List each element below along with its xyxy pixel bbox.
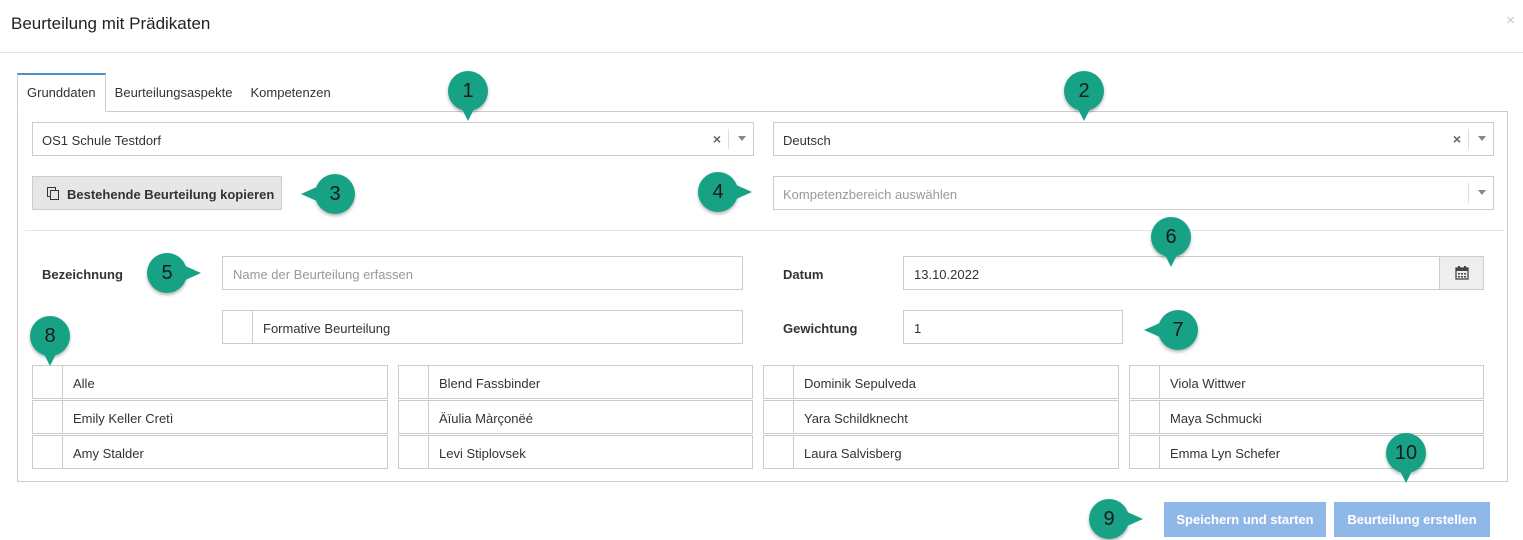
formative-checkbox[interactable]: Formative Beurteilung [222,310,743,344]
checkbox[interactable] [764,401,794,433]
annotation-marker-2: 2 [1064,71,1104,121]
close-icon[interactable]: × [1506,12,1515,29]
formative-label: Formative Beurteilung [263,321,391,336]
tab-grunddaten[interactable]: Grunddaten [17,73,106,112]
subject-select-value: Deutsch [783,133,831,148]
student-checkbox[interactable]: Maya Schmucki [1129,400,1484,434]
clear-icon[interactable]: × [713,131,721,147]
student-checkbox[interactable]: Emma Lyn Schefer [1129,435,1484,469]
annotation-marker-1: 1 [448,71,488,121]
marker-number: 3 [329,183,341,205]
calendar-icon [1455,266,1469,280]
student-checkbox[interactable]: Blend Fassbinder [398,365,753,399]
student-name: Yara Schildknecht [804,411,908,426]
subject-select[interactable]: Deutsch × [773,122,1494,156]
annotation-marker-4: 4 [698,172,752,212]
create-assessment-button[interactable]: Beurteilung erstellen [1334,502,1490,537]
marker-number: 7 [1172,319,1184,341]
competence-select-placeholder: Kompetenzbereich auswählen [783,187,958,202]
copy-assessment-button[interactable]: Bestehende Beurteilung kopieren [32,176,282,210]
annotation-marker-8: 8 [30,316,70,366]
student-checkbox[interactable]: Dominik Sepulveda [763,365,1119,399]
marker-number: 1 [462,80,474,102]
checkbox[interactable] [399,401,429,433]
annotation-marker-3: 3 [301,174,355,214]
student-name: Levi Stiplovsek [439,446,526,461]
chevron-down-icon [1478,136,1486,141]
marker-number: 6 [1165,226,1177,248]
tab-kompetenzen[interactable]: Kompetenzen [241,73,339,112]
annotation-marker-6: 6 [1151,217,1191,267]
student-name: Äïulia Màrçonëé [439,411,533,426]
student-name: Maya Schmucki [1170,411,1262,426]
student-checkbox[interactable]: Yara Schildknecht [763,400,1119,434]
datum-value: 13.10.2022 [914,267,980,282]
checkbox[interactable] [33,401,63,433]
clear-icon[interactable]: × [1453,131,1461,147]
checkbox[interactable] [1130,401,1160,433]
datum-label: Datum [783,267,824,282]
student-checkbox[interactable]: Viola Wittwer [1129,365,1484,399]
section-divider [25,230,1504,231]
bezeichnung-placeholder: Name der Beurteilung erfassen [233,267,413,282]
dropdown-toggle[interactable] [728,129,753,149]
gewichtung-value: 1 [914,321,922,336]
annotation-marker-10: 10 [1386,433,1426,483]
annotation-marker-5: 5 [147,253,201,293]
student-checkbox[interactable]: Emily Keller Cretì [32,400,388,434]
dropdown-toggle[interactable] [1468,183,1493,203]
checkbox[interactable] [223,311,253,343]
student-checkbox[interactable]: Laura Salvisberg [763,435,1119,469]
save-and-start-button[interactable]: Speichern und starten [1164,502,1326,537]
school-select[interactable]: OS1 Schule Testdorf × [32,122,754,156]
school-select-value: OS1 Schule Testdorf [42,133,161,148]
tab-bar: Grunddaten Beurteilungsaspekte Kompetenz… [17,73,340,112]
student-checkbox[interactable]: Levi Stiplovsek [398,435,753,469]
student-name: Alle [73,376,95,391]
dialog-header: Beurteilung mit Prädikaten × [0,0,1523,53]
bezeichnung-input[interactable]: Name der Beurteilung erfassen [222,256,743,290]
marker-number: 4 [712,181,724,203]
chevron-down-icon [1478,190,1486,195]
tab-beurteilungsaspekte[interactable]: Beurteilungsaspekte [106,73,242,112]
student-name: Emma Lyn Schefer [1170,446,1281,461]
checkbox[interactable] [33,366,63,398]
copy-icon [47,187,59,200]
checkbox[interactable] [33,436,63,468]
marker-number: 5 [161,262,173,284]
gewichtung-input[interactable]: 1 [903,310,1123,344]
dropdown-toggle[interactable] [1468,129,1493,149]
student-name: Blend Fassbinder [439,376,541,391]
dialog-title: Beurteilung mit Prädikaten [11,14,211,33]
student-checkbox[interactable]: Amy Stalder [32,435,388,469]
student-name: Dominik Sepulveda [804,376,917,391]
marker-number: 8 [44,325,56,347]
student-name: Laura Salvisberg [804,446,902,461]
annotation-marker-7: 7 [1144,310,1198,350]
marker-number: 9 [1103,508,1115,530]
checkbox[interactable] [1130,436,1160,468]
calendar-button[interactable] [1439,256,1484,290]
checkbox[interactable] [1130,366,1160,398]
checkbox[interactable] [764,436,794,468]
student-name: Viola Wittwer [1170,376,1246,391]
annotation-marker-9: 9 [1089,499,1143,539]
gewichtung-label: Gewichtung [783,321,858,336]
chevron-down-icon [738,136,746,141]
competence-select[interactable]: Kompetenzbereich auswählen [773,176,1494,210]
student-name: Emily Keller Cretì [73,411,174,426]
checkbox[interactable] [399,436,429,468]
bezeichnung-label: Bezeichnung [42,267,123,282]
marker-number: 2 [1078,80,1090,102]
student-checkbox[interactable]: Äïulia Màrçonëé [398,400,753,434]
copy-assessment-label: Bestehende Beurteilung kopieren [67,187,275,202]
student-checkbox-alle[interactable]: Alle [32,365,388,399]
checkbox[interactable] [764,366,794,398]
checkbox[interactable] [399,366,429,398]
student-name: Amy Stalder [73,446,144,461]
marker-number: 10 [1394,442,1418,464]
